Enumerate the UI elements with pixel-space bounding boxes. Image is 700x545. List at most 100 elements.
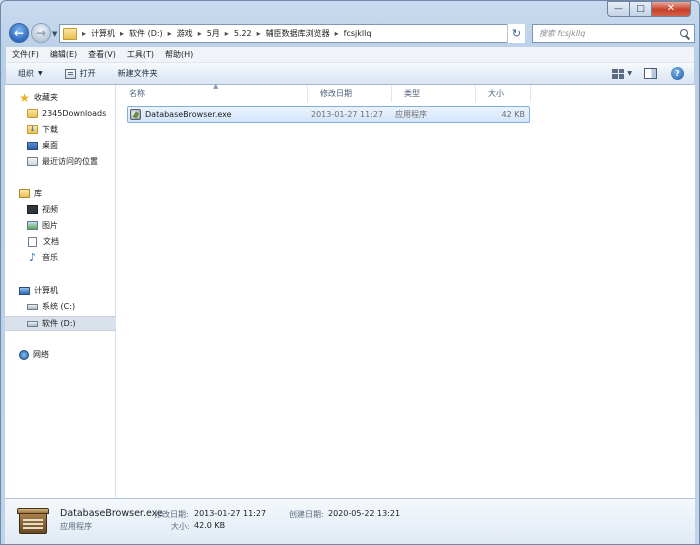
nav-label: 收藏夹	[34, 93, 58, 102]
navigation-pane: ★ 收藏夹 2345Downloads ↓ 下载 桌面 最近访问的位置 库 视频	[5, 85, 116, 498]
column-label: 修改日期	[320, 89, 352, 98]
nav-libraries[interactable]: 库	[5, 186, 116, 201]
breadcrumb-computer[interactable]: 计算机	[91, 28, 115, 39]
file-date: 2013-01-27 11:27	[311, 110, 384, 119]
chevron-right-icon[interactable]: ▸	[225, 29, 229, 38]
search-placeholder: 搜索 fcsjkllq	[539, 29, 586, 38]
desktop-icon	[27, 141, 38, 150]
documents-icon	[28, 236, 37, 247]
nav-item-music[interactable]: ♪ 音乐	[5, 250, 116, 265]
chevron-right-icon[interactable]: ▸	[198, 29, 202, 38]
content-area: ★ 收藏夹 2345Downloads ↓ 下载 桌面 最近访问的位置 库 视频	[5, 82, 695, 498]
menu-edit[interactable]: 编辑(E)	[50, 49, 77, 60]
column-header-date[interactable]: 修改日期	[308, 85, 392, 102]
view-options-icon[interactable]	[612, 68, 625, 79]
nav-item-desktop[interactable]: 桌面	[5, 138, 116, 153]
back-button[interactable]: ←	[9, 23, 29, 43]
drive-icon	[27, 303, 38, 310]
column-header-type[interactable]: 类型	[392, 85, 476, 102]
nav-item-documents[interactable]: 文档	[5, 234, 116, 249]
download-folder-icon: ↓	[27, 125, 38, 134]
chevron-right-icon[interactable]: ▸	[168, 29, 172, 38]
chevron-right-icon[interactable]: ▸	[257, 29, 261, 38]
details-size-label: 大小:	[171, 522, 190, 531]
nav-label: 视频	[42, 205, 58, 214]
column-header-size[interactable]: 大小	[476, 85, 531, 102]
chevron-right-icon[interactable]: ▸	[120, 29, 124, 38]
nav-label: 音乐	[42, 253, 58, 262]
file-type: 应用程序	[395, 110, 427, 119]
breadcrumb-fcsjkllq[interactable]: fcsjkllq	[344, 29, 372, 38]
file-size: 42 KB	[501, 110, 525, 119]
nav-label: 桌面	[42, 141, 58, 150]
nav-network[interactable]: 网络	[5, 347, 116, 362]
refresh-button[interactable]: ↻	[507, 24, 525, 43]
search-icon[interactable]	[680, 28, 690, 39]
new-folder-label: 新建文件夹	[117, 69, 158, 78]
folder-icon	[27, 109, 38, 118]
caret-down-icon[interactable]: ▼	[627, 70, 632, 77]
breadcrumb-games[interactable]: 游戏	[177, 28, 193, 39]
address-bar[interactable]: ▸ 计算机 ▸ 软件 (D:) ▸ 游戏 ▸ 5月 ▸ 5.22 ▸ 辅臣数据库…	[59, 24, 525, 43]
command-bar-right: ▼ ?	[612, 67, 684, 80]
search-input[interactable]: 搜索 fcsjkllq	[532, 24, 695, 43]
nav-favorites[interactable]: ★ 收藏夹	[5, 90, 116, 105]
nav-item-2345downloads[interactable]: 2345Downloads	[5, 106, 116, 121]
maximize-button[interactable]: □	[629, 1, 651, 17]
organize-button[interactable]: 组织 ▼	[18, 68, 43, 79]
nav-label: 文档	[43, 237, 59, 246]
star-icon: ★	[19, 90, 30, 105]
nav-label: 库	[34, 189, 42, 198]
application-icon	[130, 109, 141, 120]
video-icon	[27, 205, 38, 214]
nav-label: 计算机	[34, 286, 58, 295]
details-created-label: 创建日期:	[289, 510, 324, 519]
preview-pane-icon[interactable]	[644, 68, 657, 79]
breadcrumb-5-22[interactable]: 5.22	[234, 29, 252, 38]
chevron-right-icon[interactable]: ▸	[82, 29, 86, 38]
column-label: 大小	[488, 89, 504, 98]
open-label: 打开	[79, 69, 96, 78]
details-file-name: DatabaseBrowser.exe	[60, 508, 163, 519]
nav-label: 下载	[42, 125, 58, 134]
menu-help[interactable]: 帮助(H)	[165, 49, 193, 60]
menu-file[interactable]: 文件(F)	[12, 49, 39, 60]
file-list: ▲ 名称 修改日期 类型 大小 DatabaseBrowser.exe 2013…	[117, 82, 695, 498]
nav-item-videos[interactable]: 视频	[5, 202, 116, 217]
menu-tools[interactable]: 工具(T)	[127, 49, 154, 60]
recent-pages-dropdown-icon[interactable]: ▼	[52, 30, 57, 38]
nav-item-drive-d[interactable]: 软件 (D:)	[5, 316, 116, 331]
navigation-bar: ← → ▼ ▸ 计算机 ▸ 软件 (D:) ▸ 游戏 ▸ 5月 ▸ 5.22 ▸…	[7, 21, 695, 45]
details-modified-value: 2013-01-27 11:27	[194, 509, 267, 518]
details-pane: DatabaseBrowser.exe 应用程序 修改日期: 2013-01-2…	[5, 498, 695, 544]
nav-computer[interactable]: 计算机	[5, 283, 116, 298]
close-button[interactable]: ✕	[651, 1, 691, 17]
chevron-right-icon[interactable]: ▸	[335, 29, 339, 38]
forward-button[interactable]: →	[31, 23, 51, 43]
nav-item-downloads[interactable]: ↓ 下载	[5, 122, 116, 137]
file-row[interactable]: DatabaseBrowser.exe 2013-01-27 11:27 应用程…	[127, 106, 530, 123]
minimize-button[interactable]: —	[607, 1, 629, 17]
computer-icon	[19, 286, 30, 295]
sort-ascending-icon: ▲	[213, 82, 219, 90]
new-folder-button[interactable]: 新建文件夹	[118, 68, 158, 79]
breadcrumb-may[interactable]: 5月	[207, 28, 220, 39]
nav-item-recent-places[interactable]: 最近访问的位置	[5, 154, 116, 169]
nav-item-pictures[interactable]: 图片	[5, 218, 116, 233]
file-name: DatabaseBrowser.exe	[145, 110, 232, 119]
menu-view[interactable]: 查看(V)	[88, 49, 116, 60]
help-icon[interactable]: ?	[671, 67, 684, 80]
pictures-icon	[27, 221, 38, 230]
archive-icon	[17, 506, 49, 536]
folder-icon	[63, 27, 77, 40]
caret-down-icon: ▼	[38, 70, 43, 77]
column-header-name[interactable]: ▲ 名称	[117, 82, 308, 102]
breadcrumb-db-browser[interactable]: 辅臣数据库浏览器	[266, 28, 330, 39]
recent-places-icon	[27, 157, 38, 166]
nav-label: 图片	[42, 221, 58, 230]
nav-item-drive-c[interactable]: 系统 (C:)	[5, 299, 116, 314]
column-label: 名称	[129, 89, 145, 98]
breadcrumb-drive-d[interactable]: 软件 (D:)	[129, 28, 163, 39]
open-button[interactable]: 打开	[64, 68, 96, 79]
caption-buttons: — □ ✕	[607, 1, 691, 17]
